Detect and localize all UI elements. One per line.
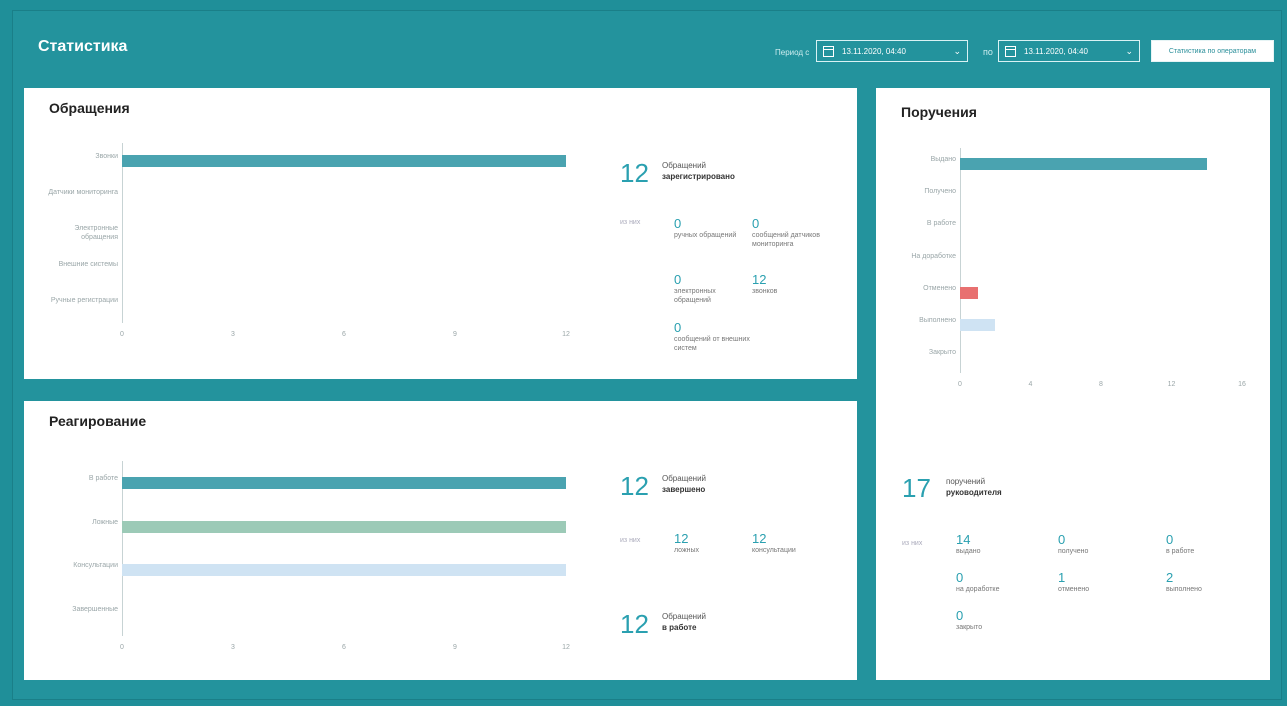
appeals-category-label: Электронные обращения xyxy=(74,225,118,241)
response-total-done: 12 xyxy=(620,471,649,501)
calendar-icon xyxy=(823,45,834,57)
response-card: Реагирование В работе Ложные Консультации З… xyxy=(24,401,857,680)
orders-x-tick: 16 xyxy=(1238,381,1246,388)
response-of-them: из них xyxy=(620,537,641,544)
response-bar xyxy=(122,520,566,533)
orders-card: Поручения Выдано Получено В работе На дораб… xyxy=(876,88,1270,680)
response-bar xyxy=(122,476,566,489)
orders-category-label: В работе xyxy=(926,220,956,228)
date-to-value: 13.11.2020, 04:40 xyxy=(1024,46,1088,56)
response-stat-false: 12 ложных xyxy=(674,531,700,554)
response-total-work: 12 xyxy=(620,609,649,639)
appeals-category-label: Датчики мониторинга xyxy=(48,189,118,196)
chevron-down-icon: ⌄ xyxy=(1125,45,1133,56)
response-category-label: В работе xyxy=(88,474,118,482)
response-x-tick: 3 xyxy=(231,644,235,651)
appeals-of-them: из них xyxy=(620,219,641,226)
response-done-caption: Обращений завершено xyxy=(662,474,706,494)
orders-stat-canceled: 1 отменено xyxy=(1058,570,1090,593)
appeals-stat-external: 0 сообщений от внешних систем xyxy=(674,320,750,352)
appeals-bar xyxy=(122,155,566,167)
appeals-x-tick: 3 xyxy=(231,331,235,338)
appeals-total-caption: Обращений зарегистрировано xyxy=(662,161,735,181)
appeals-category-label: Звонки xyxy=(95,153,118,160)
orders-bar xyxy=(960,158,1207,171)
page-title: Статистика xyxy=(38,38,128,55)
orders-bar xyxy=(960,318,996,331)
orders-category-label: Отменено xyxy=(923,284,956,292)
orders-x-tick: 8 xyxy=(1099,381,1103,388)
orders-stat-received: 0 получено xyxy=(1058,532,1089,555)
response-bar xyxy=(122,564,566,577)
appeals-stat-electronic: 0 электронных обращений xyxy=(674,272,716,304)
orders-stat-done: 2 выполнено xyxy=(1166,570,1202,593)
appeals-category-label: Внешние системы xyxy=(58,261,118,268)
orders-category-label: Получено xyxy=(924,188,956,196)
orders-x-tick: 4 xyxy=(1028,381,1033,388)
orders-x-tick: 12 xyxy=(1167,381,1176,388)
response-category-label: Консультации xyxy=(73,562,118,570)
orders-bar xyxy=(960,286,978,299)
period-label: Период с xyxy=(775,48,810,57)
date-separator: по xyxy=(983,47,993,57)
appeals-x-tick: 12 xyxy=(562,331,570,338)
chevron-down-icon: ⌄ xyxy=(953,45,961,56)
calendar-icon xyxy=(1005,45,1016,57)
orders-category-label: На доработке xyxy=(911,252,956,260)
appeals-category-label: Ручные регистрации xyxy=(50,297,118,304)
appeals-stat-calls: 12 звонков xyxy=(752,272,778,295)
appeals-total: 12 xyxy=(620,158,649,188)
response-work-caption: Обращений в работе xyxy=(662,612,706,632)
operators-stats-button[interactable]: Статистика по операторам xyxy=(1151,40,1274,62)
response-title: Реагирование xyxy=(49,413,147,429)
orders-axis-line xyxy=(960,148,961,373)
response-category-label: Ложные xyxy=(92,518,118,526)
date-from-value: 13.11.2020, 04:40 xyxy=(842,46,906,56)
appeals-x-tick: 9 xyxy=(453,331,457,338)
orders-total: 17 xyxy=(902,473,931,503)
orders-category-label: Закрыто xyxy=(928,348,956,356)
appeals-axis-line xyxy=(122,143,123,323)
response-category-label: Завершенные xyxy=(72,606,118,614)
orders-category-label: Выдано xyxy=(930,156,956,164)
orders-total-caption: поручений руководителя xyxy=(946,477,1002,497)
date-from-picker[interactable]: 13.11.2020, 04:40 ⌄ xyxy=(816,40,968,62)
orders-stat-closed: 0 закрыто xyxy=(956,608,983,631)
orders-stat-inwork: 0в работе xyxy=(1166,532,1195,555)
appeals-card: Обращения Звонки Датчики мониторинга Элект… xyxy=(24,88,857,379)
appeals-x-tick: 6 xyxy=(342,331,346,338)
response-x-tick: 0 xyxy=(120,644,124,651)
orders-stat-issued: 14 выдано xyxy=(956,532,981,555)
orders-stat-rework: 0 на доработке xyxy=(956,570,1000,593)
appeals-stat-sensors: 0 сообщений датчиков мониторинга xyxy=(752,216,820,248)
response-x-tick: 6 xyxy=(342,644,346,651)
orders-of-them: из них xyxy=(902,540,923,547)
response-x-tick: 12 xyxy=(562,644,570,651)
date-to-picker[interactable]: 13.11.2020, 04:40 ⌄ xyxy=(998,40,1140,62)
orders-x-tick: 0 xyxy=(958,381,962,388)
appeals-title: Обращения xyxy=(49,100,130,116)
appeals-stat-manual: 0 ручных обращений xyxy=(674,216,737,239)
orders-title: Поручения xyxy=(901,104,977,120)
orders-category-label: Выполнено xyxy=(919,316,956,324)
appeals-x-tick: 0 xyxy=(120,331,124,338)
header-bar: Статистика Период с 13.11.2020, 04:40 ⌄ … xyxy=(13,11,1281,71)
response-x-tick: 9 xyxy=(453,644,457,651)
response-stat-consult: 12 консультации xyxy=(752,531,796,554)
